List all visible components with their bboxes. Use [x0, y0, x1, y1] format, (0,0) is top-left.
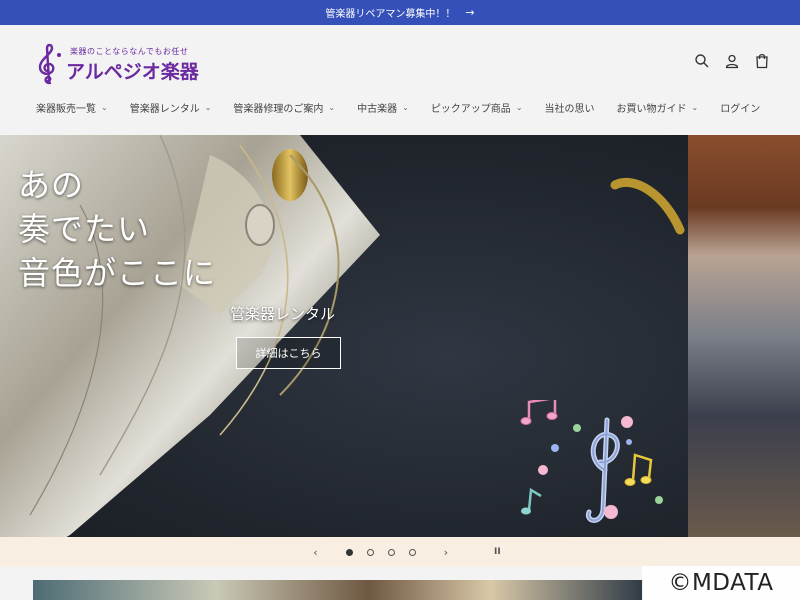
chevron-down-icon: ⌄: [328, 103, 336, 112]
hero-headline-line: あの: [18, 166, 85, 204]
logo[interactable]: 楽器のことならなんでもお任せ アルペジオ楽器: [32, 43, 202, 85]
nav-label: 管楽器修理のご案内: [233, 104, 324, 115]
slide-dot[interactable]: [387, 548, 395, 556]
slideshow-controls: ‹ › II: [0, 537, 800, 567]
hero-headline-line: 音色がここに: [18, 254, 217, 292]
saxophone-key-image: [610, 177, 685, 235]
pause-icon[interactable]: II: [494, 547, 501, 557]
chevron-down-icon: ⌄: [101, 103, 108, 112]
chevron-down-icon: ⌄: [515, 103, 523, 112]
music-notes-illustration: [520, 400, 663, 523]
hero-subheading: 管楽器レンタル: [230, 305, 336, 323]
section-image: [33, 580, 643, 600]
slide-dot[interactable]: [366, 548, 374, 556]
nav-label: 中古楽器: [357, 104, 398, 115]
hero-slideshow: あの 奏でたい 音色がここに 管楽器レンタル 詳細はこちら: [0, 135, 800, 537]
nav-item-used[interactable]: 中古楽器 ⌄: [357, 100, 409, 115]
header-icons: [694, 53, 770, 69]
next-slide-icon[interactable]: ›: [444, 546, 448, 559]
chevron-down-icon: ⌄: [204, 103, 212, 112]
nav-item-rental[interactable]: 管楽器レンタル ⌄: [130, 100, 212, 115]
slide-dot[interactable]: [408, 548, 416, 556]
site-header: 楽器のことならなんでもお任せ アルペジオ楽器 楽器販売一覧 ⌄ 管楽器レンタル ⌄ …: [0, 25, 800, 135]
announcement-bar[interactable]: 管楽器リペアマン募集中！！ →: [0, 0, 800, 25]
cart-icon[interactable]: [754, 53, 770, 69]
main-nav: 楽器販売一覧 ⌄ 管楽器レンタル ⌄ 管楽器修理のご案内 ⌄ 中古楽器 ⌄ ピックアップ…: [36, 100, 782, 115]
details-button[interactable]: 詳細はこちら: [236, 337, 341, 369]
chevron-down-icon: ⌄: [691, 103, 699, 112]
account-icon[interactable]: [724, 53, 740, 69]
slide-dot[interactable]: [345, 548, 353, 556]
nav-label: 管楽器レンタル: [129, 104, 200, 115]
logo-tagline: 楽器のことならなんでもお任せ: [70, 47, 189, 56]
nav-label: 楽器販売一覧: [36, 104, 96, 115]
nav-item-login[interactable]: ログイン: [720, 100, 760, 115]
nav-item-guide[interactable]: お買い物ガイド ⌄: [617, 100, 699, 115]
announcement-text[interactable]: 管楽器リペアマン募集中！！: [325, 5, 455, 20]
store-photo: [688, 135, 800, 537]
nav-label: お買い物ガイド: [616, 104, 687, 115]
hero-headline-line: 奏でたい: [18, 210, 151, 248]
logo-brand: アルペジオ楽器: [66, 61, 199, 83]
previous-slide-icon[interactable]: ‹: [313, 546, 317, 559]
nav-label: ログイン: [720, 104, 761, 115]
nav-item-products[interactable]: 楽器販売一覧 ⌄: [36, 100, 108, 115]
arrow-right-icon[interactable]: →: [465, 6, 474, 19]
search-icon[interactable]: [694, 53, 710, 69]
nav-item-pickup[interactable]: ピックアップ商品 ⌄: [431, 100, 523, 115]
treble-clef-icon: [38, 43, 61, 85]
watermark: ©MDATA: [642, 566, 800, 600]
nav-item-about[interactable]: 当社の思い: [545, 100, 595, 115]
nav-item-repair[interactable]: 管楽器修理のご案内 ⌄: [233, 100, 335, 115]
nav-label: 当社の思い: [544, 104, 595, 115]
chevron-down-icon: ⌄: [402, 103, 409, 112]
nav-label: ピックアップ商品: [430, 104, 511, 115]
hero-headline: あの 奏でたい 音色がここに: [18, 163, 216, 295]
